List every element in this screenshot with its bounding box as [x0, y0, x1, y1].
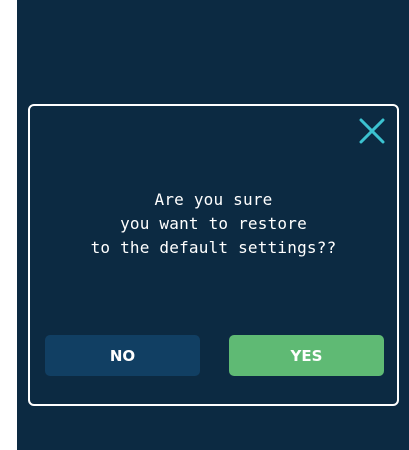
yes-button[interactable]: YES [229, 335, 384, 376]
close-button[interactable] [357, 116, 387, 146]
dialog-message: Are you sure you want to restore to the … [30, 188, 397, 260]
no-button[interactable]: NO [45, 335, 200, 376]
close-icon [359, 118, 385, 144]
message-line-2: you want to restore [120, 214, 307, 233]
message-line-1: Are you sure [154, 190, 273, 209]
restore-defaults-dialog: Are you sure you want to restore to the … [28, 104, 399, 406]
message-line-3: to the default settings?? [90, 238, 337, 257]
